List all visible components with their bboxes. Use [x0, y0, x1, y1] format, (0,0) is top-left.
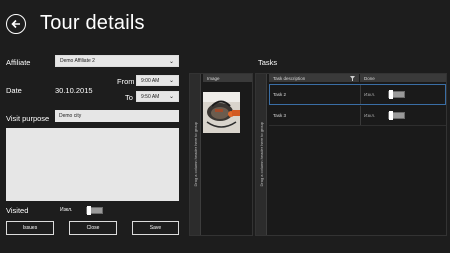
affiliate-value: Demo Affiliate 2 — [60, 58, 95, 64]
cell-divider — [360, 85, 361, 104]
task-description-cell: Task 2 — [273, 92, 287, 97]
save-button[interactable]: Save — [132, 221, 179, 235]
photo-image — [203, 92, 240, 133]
image-group-panel[interactable]: Drag a column header here to group — [190, 74, 201, 235]
done-column-label: Done — [364, 75, 375, 81]
visit-purpose-input[interactable]: Demo city — [55, 110, 179, 122]
to-label: To — [125, 93, 133, 102]
close-button[interactable]: Close — [69, 221, 117, 235]
image-column-header[interactable]: Image — [203, 74, 252, 82]
to-time-value: 9:50 AM — [141, 93, 160, 100]
toggle-thumb — [389, 90, 393, 99]
task-row[interactable]: Task 2 Изкл. — [269, 84, 446, 105]
done-toggle[interactable] — [388, 111, 405, 120]
arrow-left-icon — [11, 19, 20, 29]
done-column-header[interactable]: Done — [360, 74, 446, 82]
affiliate-combobox[interactable]: Demo Affiliate 2 ⌄ — [55, 55, 179, 67]
back-button[interactable] — [6, 14, 26, 34]
date-label: Date — [6, 86, 22, 95]
cell-divider — [360, 106, 361, 125]
tour-photo[interactable] — [203, 92, 240, 133]
done-toggle-text: Изкл. — [364, 92, 376, 97]
visit-purpose-label: Visit purpose — [6, 114, 50, 123]
affiliate-label: Affiliate — [6, 58, 31, 67]
toggle-thumb — [87, 206, 91, 215]
visited-toggle[interactable] — [86, 206, 103, 215]
from-label: From — [117, 77, 135, 86]
from-time-value: 9:00 AM — [141, 77, 160, 84]
chevron-down-icon: ⌄ — [168, 58, 174, 65]
visit-purpose-value: Demo city — [59, 113, 82, 119]
notes-textarea[interactable] — [6, 128, 179, 201]
image-grid[interactable]: Drag a column header here to group Image — [189, 73, 253, 236]
visited-toggle-text: Изкл. — [60, 207, 73, 213]
issues-button[interactable]: Issues — [6, 221, 54, 235]
tasks-group-hint: Drag a column header here to group — [258, 122, 264, 187]
tasks-grid[interactable]: Drag a column header here to group Task … — [255, 73, 447, 236]
to-time-picker[interactable]: 9:50 AM ⌄ — [136, 91, 179, 102]
from-time-picker[interactable]: 9:00 AM ⌄ — [136, 75, 179, 86]
done-toggle[interactable] — [388, 90, 405, 99]
done-toggle-text: Изкл. — [364, 113, 376, 118]
tasks-title: Tasks — [258, 58, 278, 67]
chevron-down-icon: ⌄ — [168, 94, 174, 100]
task-description-column-label: Task description — [273, 75, 306, 81]
task-row[interactable]: Task 3 Изкл. — [269, 106, 446, 126]
filter-icon[interactable] — [350, 75, 355, 81]
task-description-column-header[interactable]: Task description — [269, 74, 359, 82]
toggle-thumb — [389, 111, 393, 120]
date-value[interactable]: 30.10.2015 — [55, 86, 93, 95]
chevron-down-icon: ⌄ — [168, 78, 174, 84]
tasks-group-panel[interactable]: Drag a column header here to group — [256, 74, 267, 235]
image-column-label: Image — [207, 75, 220, 81]
visited-label: Visited — [6, 206, 29, 215]
image-group-hint: Drag a column header here to group — [192, 122, 198, 187]
page-title: Tour details — [40, 12, 145, 34]
task-description-cell: Task 3 — [273, 113, 287, 118]
